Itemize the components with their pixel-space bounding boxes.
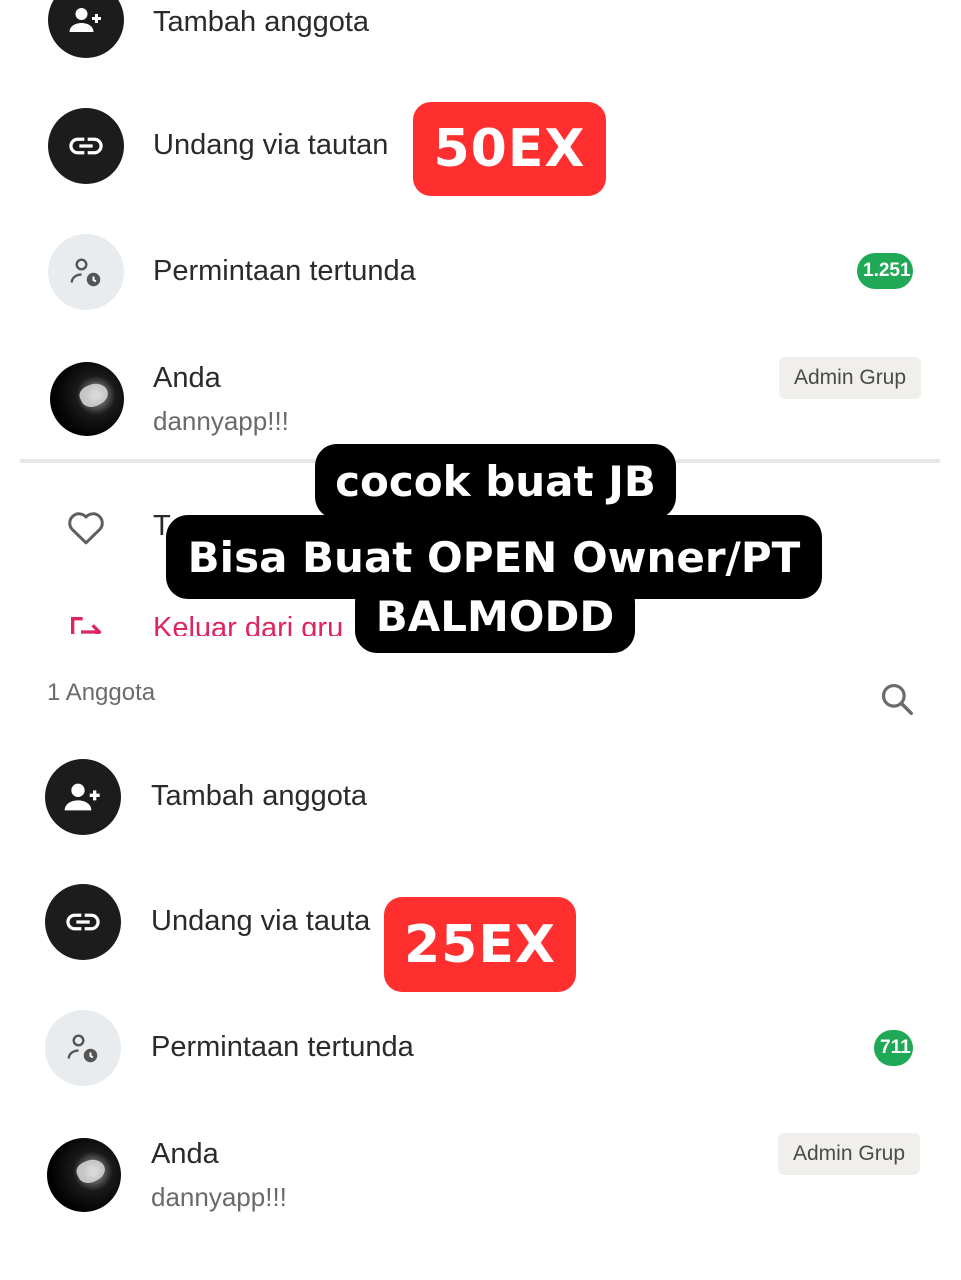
caption-line-3: BALMODD <box>355 580 635 653</box>
you-status: dannyapp!!! <box>151 1182 287 1212</box>
pending-count-badge-top: 1.251 <box>857 253 913 289</box>
pending-requests-label[interactable]: Permintaan tertunda <box>151 1031 414 1064</box>
avatar[interactable] <box>47 1138 121 1212</box>
admin-badge: Admin Grup <box>778 1133 921 1175</box>
exit-group-label[interactable]: Keluar dari gru <box>153 612 343 636</box>
add-member-label-top[interactable]: Tambah anggota <box>153 6 369 39</box>
link-icon-top[interactable] <box>48 108 124 184</box>
price-tag-50ex: 50EX <box>413 102 606 196</box>
pending-requests-label-top[interactable]: Permintaan tertunda <box>153 255 416 288</box>
add-member-icon-top[interactable] <box>48 0 124 58</box>
exit-icon[interactable] <box>66 612 106 634</box>
pending-count-badge: 711 <box>874 1030 913 1066</box>
invite-link-label-top[interactable]: Undang via tautan <box>153 129 388 162</box>
avatar-top[interactable] <box>50 362 124 436</box>
heart-icon[interactable] <box>66 508 106 551</box>
price-tag-25ex: 25EX <box>384 897 576 992</box>
you-status-top: dannyapp!!! <box>153 406 289 436</box>
add-member-icon[interactable] <box>45 759 121 835</box>
caption-line-1: cocok buat JB <box>315 444 676 519</box>
pending-requests-icon-top[interactable] <box>48 234 124 310</box>
you-name-top: Anda <box>153 362 221 394</box>
pending-requests-icon[interactable] <box>45 1010 121 1086</box>
link-icon[interactable] <box>45 884 121 960</box>
exit-label-clip: Keluar dari gru <box>153 612 343 636</box>
admin-badge-top: Admin Grup <box>779 357 922 399</box>
you-name: Anda <box>151 1138 219 1170</box>
member-count-header: 1 Anggota <box>47 679 156 706</box>
add-member-label[interactable]: Tambah anggota <box>151 780 367 813</box>
invite-link-label[interactable]: Undang via tauta <box>151 905 370 938</box>
search-icon[interactable] <box>878 680 916 723</box>
